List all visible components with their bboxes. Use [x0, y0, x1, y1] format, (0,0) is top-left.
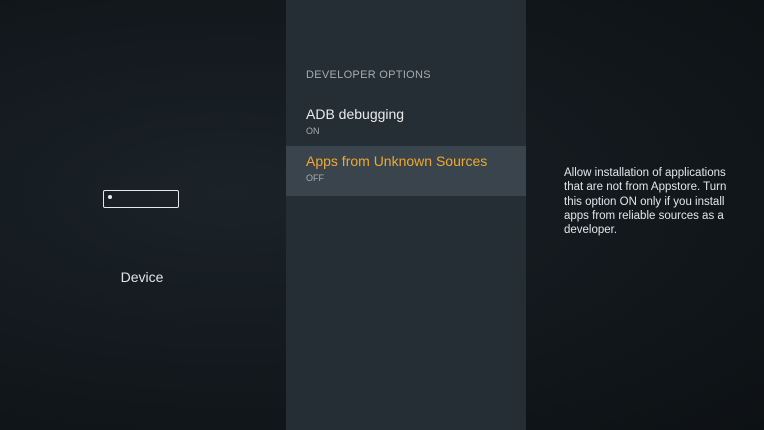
menu-item-value: ON	[306, 126, 320, 136]
device-icon	[103, 190, 179, 208]
options-pane: DEVELOPER OPTIONS ADB debugging ON Apps …	[286, 0, 526, 430]
description-pane: Allow installation of applications that …	[526, 0, 764, 430]
menu-item-value: OFF	[306, 173, 324, 183]
option-description: Allow installation of applications that …	[564, 167, 727, 237]
settings-screen: Device DEVELOPER OPTIONS ADB debugging O…	[0, 0, 764, 430]
category-label: Device	[120, 269, 164, 285]
menu-item-adb-debugging[interactable]: ADB debugging ON	[286, 99, 526, 149]
section-header: DEVELOPER OPTIONS	[306, 69, 431, 81]
menu-item-unknown-sources[interactable]: Apps from Unknown Sources OFF	[286, 146, 526, 196]
category-pane: Device	[0, 0, 286, 430]
menu-item-title: Apps from Unknown Sources	[306, 153, 488, 169]
menu-item-title: ADB debugging	[306, 106, 405, 122]
